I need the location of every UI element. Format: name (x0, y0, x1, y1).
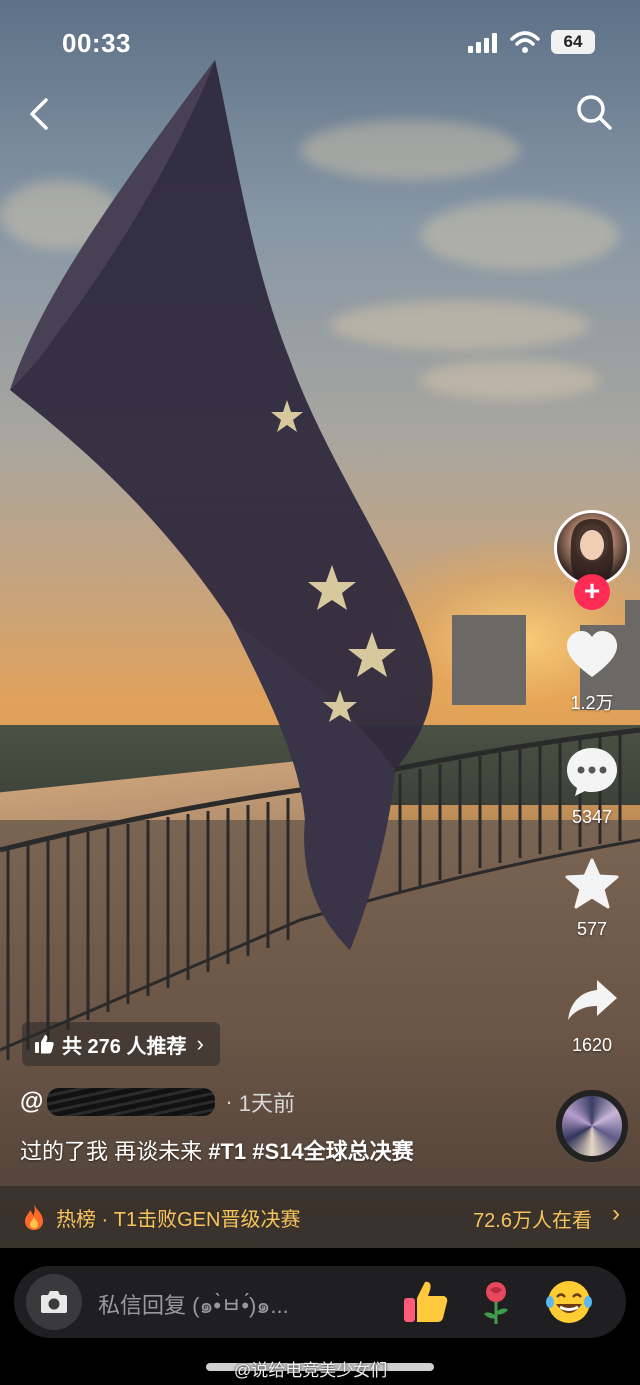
heart-icon (566, 631, 618, 677)
share-button[interactable]: 1620 (552, 976, 632, 1056)
search-icon[interactable] (574, 92, 614, 132)
hashtag-t1[interactable]: #T1 (208, 1139, 246, 1164)
post-time: 1天前 (238, 1091, 295, 1116)
wifi-icon (510, 31, 540, 53)
author-line: @ · 1天前 (20, 1086, 295, 1118)
clock: 00:33 (62, 28, 131, 58)
music-disc[interactable] (556, 1090, 628, 1162)
waving-flag (10, 60, 433, 950)
camera-icon (41, 1291, 67, 1313)
flame-icon (25, 1204, 43, 1230)
avatar-portrait (570, 519, 614, 583)
thumbs-up-icon (35, 1035, 54, 1054)
star-icon (565, 858, 619, 909)
thumbs-up-emoji-icon (404, 1281, 448, 1322)
comment-count: 5347 (571, 807, 613, 827)
cellular-signal-icon (468, 33, 497, 53)
message-placeholder: 私信回复 (๑•̀ㅂ•́)๑... (98, 1293, 289, 1318)
hot-topic: 热榜 · T1击败GEN晋级决赛 (56, 1208, 301, 1231)
like-count: 1.2万 (570, 693, 614, 713)
camera-button[interactable] (26, 1274, 82, 1330)
status-bar: 00:33 64 (0, 0, 640, 84)
viewer-count: 72.6万人在看 (473, 1210, 592, 1232)
favorite-button[interactable]: 577 (552, 858, 632, 940)
recommend-pill[interactable]: 共 276 人推荐 › (22, 1022, 220, 1066)
hot-ranking-bar[interactable]: 热榜 · T1击败GEN晋级决赛 72.6万人在看 › (0, 1186, 640, 1248)
share-arrow-icon (568, 980, 617, 1020)
share-count: 1620 (571, 1035, 613, 1055)
laugh-emoji-button[interactable] (544, 1278, 594, 1335)
caption-text: 过的了我 再谈未来 (20, 1139, 209, 1164)
comment-button[interactable]: 5347 (552, 746, 632, 828)
battery-indicator: 64 (551, 30, 595, 54)
weibo-watermark: @说给电竞美少女们 (234, 1361, 388, 1380)
back-arrow-icon[interactable] (24, 94, 56, 134)
follow-button[interactable]: + (574, 574, 610, 610)
rose-emoji-button[interactable] (476, 1278, 516, 1335)
rose-icon (484, 1282, 508, 1324)
recommend-label: 共 276 人推荐 (62, 1035, 187, 1058)
author-name-redacted[interactable] (47, 1088, 216, 1116)
post-caption: 过的了我 再谈未来 #T1 #S14全球总决赛 (20, 1134, 414, 1166)
bottom-bar: 私信回复 (๑•̀ㅂ•́)๑... @说给电竞美少女们 (0, 1248, 640, 1385)
hashtag-s14[interactable]: #S14全球总决赛 (252, 1139, 413, 1164)
favorite-count: 577 (576, 919, 608, 939)
like-button[interactable]: 1.2万 (552, 630, 632, 715)
separator-dot: · (225, 1089, 233, 1114)
thumbs-up-emoji-button[interactable] (402, 1278, 450, 1335)
message-input[interactable]: 私信回复 (๑•̀ㅂ•́)๑... (14, 1266, 626, 1338)
chevron-right-icon: › (196, 1031, 204, 1056)
chevron-right-icon: › (612, 1200, 620, 1227)
author-at: @ (20, 1088, 44, 1115)
laughing-face-icon (546, 1281, 592, 1323)
comment-bubble-icon (567, 748, 617, 796)
